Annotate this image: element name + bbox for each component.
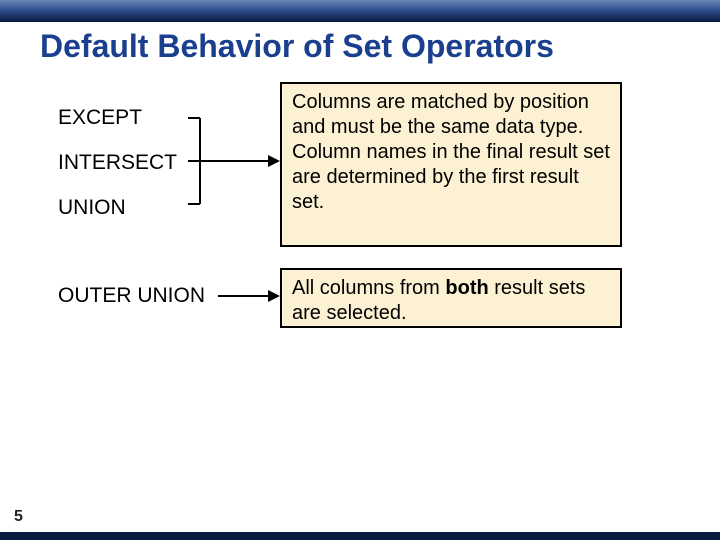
box1-line1: Columns are matched by position and must… (292, 91, 589, 138)
page-title: Default Behavior of Set Operators (40, 28, 554, 65)
page-number: 5 (14, 508, 23, 526)
description-box-1: Columns are matched by position and must… (280, 82, 622, 247)
box2-bold: both (445, 277, 488, 299)
box1-line2: Column names in the final result set are… (292, 141, 610, 213)
operator-intersect: INTERSECT (58, 151, 177, 174)
description-box-2: All columns from both result sets are se… (280, 268, 622, 328)
footer-bar (0, 532, 720, 540)
operator-outer-union: OUTER UNION (58, 284, 205, 308)
operator-list: EXCEPT INTERSECT UNION (58, 106, 177, 241)
operator-except: EXCEPT (58, 106, 177, 129)
header-bar (0, 0, 720, 22)
operator-union: UNION (58, 196, 177, 219)
box2-mid1: columns from (314, 277, 445, 299)
box2-prefix: All (292, 277, 314, 299)
